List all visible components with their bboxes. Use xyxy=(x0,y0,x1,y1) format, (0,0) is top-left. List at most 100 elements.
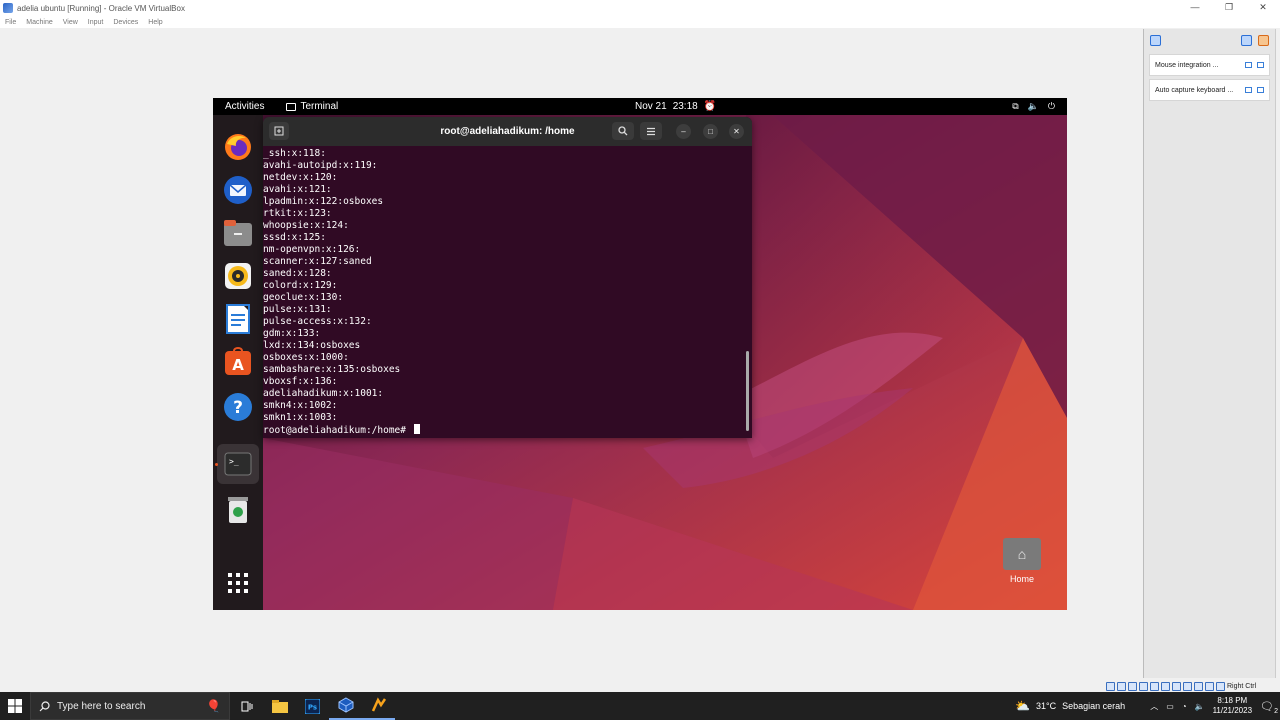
terminal-scrollbar[interactable] xyxy=(746,351,749,431)
menu-devices[interactable]: Devices xyxy=(113,19,138,26)
menu-input[interactable]: Input xyxy=(88,19,104,26)
menu-view[interactable]: View xyxy=(63,19,78,26)
svg-text:A: A xyxy=(232,356,244,374)
help-icon[interactable]: ? xyxy=(222,391,254,423)
mouse-icon[interactable] xyxy=(1205,682,1214,691)
maximize-icon: □ xyxy=(708,127,713,136)
ubuntu-guest-screen[interactable]: Activities Terminal Nov 21 23:18 ⏰ ⧉ 🔈 ⏻ xyxy=(213,98,1067,610)
terminal-line: pulse-access:x:132: xyxy=(263,316,372,327)
menu-file[interactable]: File xyxy=(5,19,16,26)
photoshop-button[interactable]: Ps xyxy=(296,692,329,720)
cpu-icon[interactable] xyxy=(1194,682,1203,691)
close-button[interactable]: ✕ xyxy=(1246,0,1280,16)
home-folder-label: Home xyxy=(1009,574,1034,584)
text-cursor xyxy=(413,424,420,434)
desktop-home-folder[interactable]: ⌂ Home xyxy=(1001,538,1043,584)
start-button[interactable] xyxy=(0,692,30,720)
weather-widget[interactable]: ⛅ 31°C Sebagian cerah xyxy=(1015,692,1125,720)
display-icon[interactable] xyxy=(1172,682,1181,691)
svg-text:?: ? xyxy=(233,398,243,418)
usb-icon[interactable] xyxy=(1150,682,1159,691)
terminal-line: lpadmin:x:122:osboxes xyxy=(263,196,384,207)
menu-button[interactable] xyxy=(640,122,662,140)
weather-text: Sebagian cerah xyxy=(1062,701,1126,711)
app-menu-label: Terminal xyxy=(300,101,339,112)
notifications-icon: 🗨 xyxy=(1260,700,1274,713)
expand-icon[interactable] xyxy=(1245,62,1252,68)
system-tray: ︿ ▭ ◔ 🔈 8:18 PM 11/21/2023 🗨 2 xyxy=(1150,692,1280,720)
task-view-button[interactable] xyxy=(230,692,263,720)
host-key-label: Right Ctrl xyxy=(1227,683,1257,690)
task-view-icon xyxy=(241,701,252,711)
notification-mouse-integration[interactable]: Mouse integration ... xyxy=(1149,54,1270,76)
notifications-button[interactable]: 🗨 2 xyxy=(1260,700,1278,715)
trash-icon[interactable] xyxy=(222,493,254,525)
close-button[interactable]: ✕ xyxy=(729,124,744,139)
terminal-window[interactable]: root@adeliahadikum: /home – □ ✕ _ssh:x:1… xyxy=(263,117,752,438)
search-placeholder: Type here to search xyxy=(57,700,146,712)
close-icon[interactable] xyxy=(1257,87,1264,93)
terminal-header-bar[interactable]: root@adeliahadikum: /home – □ ✕ xyxy=(263,117,752,146)
network-icon[interactable] xyxy=(1139,682,1148,691)
terminal-line: vboxsf:x:136: xyxy=(263,376,338,387)
menu-machine[interactable]: Machine xyxy=(26,19,52,26)
notification-count: 2 xyxy=(1274,707,1278,715)
maximize-button[interactable]: □ xyxy=(703,124,718,139)
search-button[interactable] xyxy=(612,122,634,140)
wifi-icon[interactable]: ◔ xyxy=(1182,702,1187,711)
terminal-app-icon xyxy=(286,102,297,111)
battery-icon[interactable]: ▭ xyxy=(1166,702,1174,711)
shared-folders-icon[interactable] xyxy=(1161,682,1170,691)
show-apps-icon[interactable] xyxy=(222,567,254,599)
recording-icon[interactable] xyxy=(1183,682,1192,691)
tray-overflow-icon[interactable]: ︿ xyxy=(1150,701,1158,712)
app-center-icon[interactable]: A xyxy=(222,346,254,378)
dismiss-all-icon[interactable] xyxy=(1258,34,1269,46)
dock-panel-icon[interactable] xyxy=(1241,34,1252,46)
file-explorer-button[interactable] xyxy=(263,692,296,720)
terminal-line: sambashare:x:135:osboxes xyxy=(263,364,401,375)
minimize-button[interactable]: — xyxy=(1178,0,1212,16)
taskbar-search-box[interactable]: Type here to search 🎈 xyxy=(30,692,230,720)
minimize-button[interactable]: – xyxy=(676,124,691,139)
menu-help[interactable]: Help xyxy=(148,19,162,26)
firefox-icon[interactable] xyxy=(222,131,254,163)
taskbar-clock[interactable]: 8:18 PM 11/21/2023 xyxy=(1213,696,1252,716)
virtualbox-button[interactable] xyxy=(329,692,362,720)
terminal-icon[interactable]: >_ xyxy=(217,444,259,484)
app-menu-terminal[interactable]: Terminal xyxy=(286,101,338,112)
weather-temp: 31°C xyxy=(1035,701,1057,711)
audio-icon[interactable] xyxy=(1128,682,1137,691)
terminal-line: scanner:x:127:saned xyxy=(263,256,372,267)
notification-center-icon[interactable] xyxy=(1150,34,1161,46)
notification-auto-capture[interactable]: Auto capture keyboard ... xyxy=(1149,79,1270,101)
home-folder-icon: ⌂ xyxy=(1003,538,1041,570)
expand-icon[interactable] xyxy=(1245,87,1252,93)
optical-drive-icon[interactable] xyxy=(1117,682,1126,691)
terminal-lines: _ssh:x:118: avahi-autoipd:x:119: netdev:x:… xyxy=(263,148,752,424)
terminal-line: lxd:x:134:osboxes xyxy=(263,340,361,351)
close-icon[interactable] xyxy=(1257,62,1264,68)
terminal-line: avahi-autoipd:x:119: xyxy=(263,160,378,171)
terminal-line: whoopsie:x:124: xyxy=(263,220,349,231)
vm-window-button[interactable] xyxy=(362,692,395,720)
notification-toolbar xyxy=(1144,29,1275,51)
writer-icon[interactable] xyxy=(222,303,254,335)
hard-disk-icon[interactable] xyxy=(1106,682,1115,691)
keyboard-icon[interactable] xyxy=(1216,682,1225,691)
terminal-line: adeliahadikum:x:1001: xyxy=(263,388,384,399)
volume-icon[interactable]: 🔈 xyxy=(1195,702,1205,711)
maximize-button[interactable]: ❐ xyxy=(1212,0,1246,16)
terminal-output[interactable]: _ssh:x:118: avahi-autoipd:x:119: netdev:x:… xyxy=(263,146,752,438)
terminal-line: colord:x:129: xyxy=(263,280,338,291)
rhythmbox-icon[interactable] xyxy=(222,260,254,292)
clock[interactable]: Nov 21 23:18 ⏰ xyxy=(635,101,716,112)
files-icon[interactable] xyxy=(222,217,254,249)
vbox-menu-bar: File Machine View Input Devices Help xyxy=(0,16,1280,28)
file-explorer-icon xyxy=(271,699,288,713)
minimize-icon: – xyxy=(681,127,686,136)
system-menu[interactable]: ⧉ 🔈 ⏻ xyxy=(1012,101,1055,112)
thunderbird-icon[interactable] xyxy=(222,174,254,206)
weather-icon: ⛅ xyxy=(1015,699,1030,713)
activities-button[interactable]: Activities xyxy=(225,101,264,112)
